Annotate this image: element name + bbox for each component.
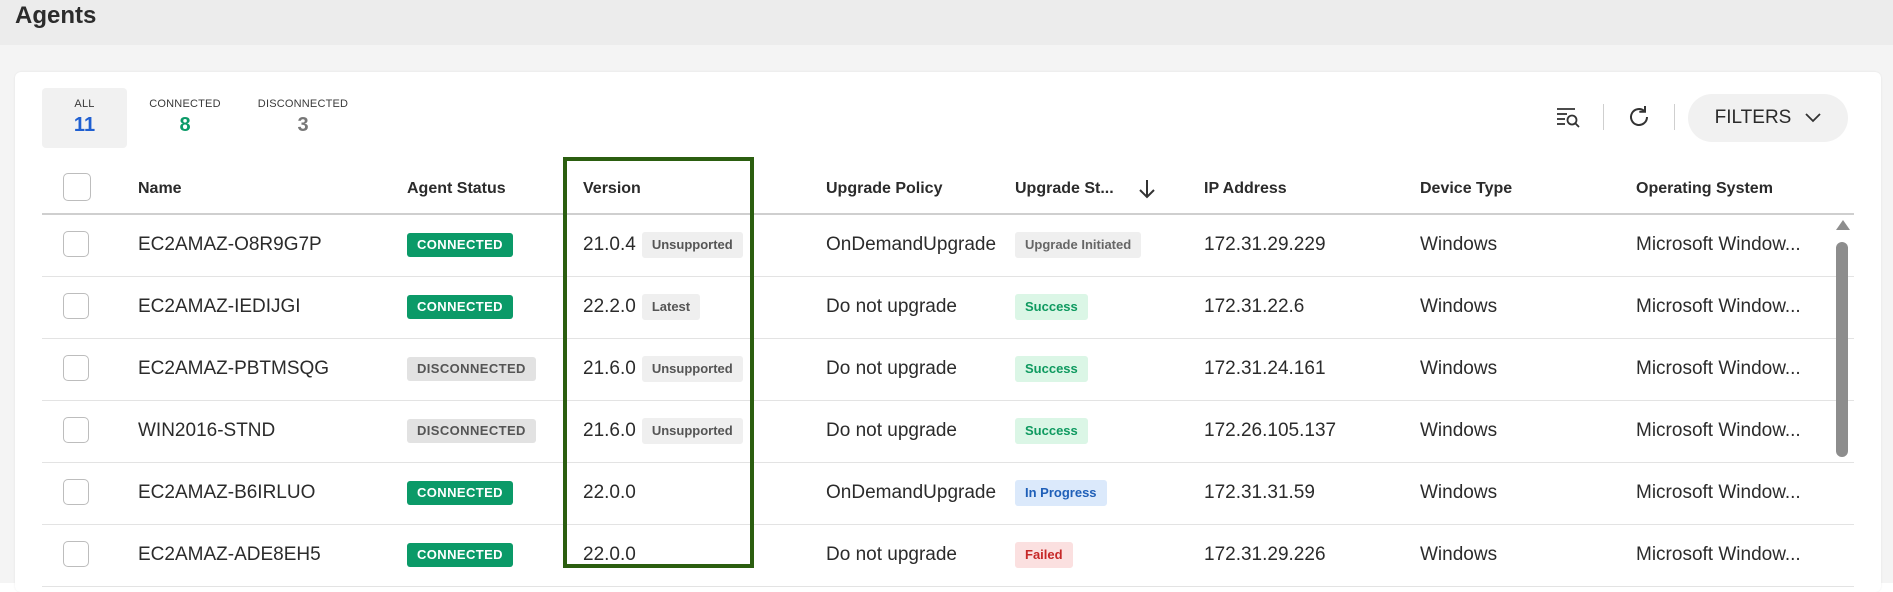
operating-system: Microsoft Window...	[1636, 358, 1801, 379]
top-bar: Agents	[0, 0, 1893, 45]
version-column-highlight	[563, 157, 754, 568]
device-type: Windows	[1420, 544, 1498, 565]
agent-status-cell: CONNECTED	[407, 524, 513, 586]
agent-name[interactable]: EC2AMAZ-IEDIJGI	[138, 276, 301, 338]
table-row[interactable]: EC2AMAZ-ADE8EH5 CONNECTED 22.0.0 Do not upg…	[42, 524, 1854, 587]
device-type: Windows	[1420, 358, 1498, 379]
row-checkbox[interactable]	[63, 417, 89, 443]
agent-status-badge: CONNECTED	[407, 232, 513, 257]
ip-address: 172.31.22.6	[1204, 296, 1305, 317]
ip-address: 172.31.29.226	[1204, 544, 1326, 565]
scrollbar-thumb[interactable]	[1836, 242, 1848, 457]
agent-status-cell: CONNECTED	[407, 214, 513, 276]
column-header-upgrade-status[interactable]: Upgrade St...	[1015, 165, 1114, 213]
column-header-device-type[interactable]: Device Type	[1420, 165, 1512, 213]
column-header-upgrade-policy[interactable]: Upgrade Policy	[826, 165, 942, 213]
refresh-icon[interactable]	[1624, 102, 1654, 132]
list-search-icon[interactable]	[1553, 102, 1583, 132]
ip-address: 172.31.31.59	[1204, 482, 1315, 503]
summary-disconnected-count: 3	[297, 114, 309, 136]
agent-name[interactable]: WIN2016-STND	[138, 400, 275, 462]
toolbar-divider	[1674, 104, 1675, 130]
summary-tab-disconnected[interactable]: DISCONNECTED 3	[248, 98, 358, 137]
upgrade-status-cell: Failed	[1015, 524, 1073, 586]
page-title: Agents	[15, 2, 97, 29]
upgrade-status-badge: Success	[1015, 293, 1088, 320]
device-type: Windows	[1420, 234, 1498, 255]
row-checkbox[interactable]	[63, 231, 89, 257]
device-type: Windows	[1420, 296, 1498, 317]
summary-all-count: 11	[73, 114, 96, 136]
upgrade-status-badge: Failed	[1015, 541, 1073, 568]
column-header-ip-address[interactable]: IP Address	[1204, 165, 1287, 213]
agent-status-cell: CONNECTED	[407, 462, 513, 524]
agent-name[interactable]: EC2AMAZ-ADE8EH5	[138, 524, 321, 586]
table-header: Name Agent Status Version Upgrade Policy…	[42, 165, 1854, 215]
upgrade-policy: Do not upgrade	[826, 544, 957, 565]
summary-tab-connected[interactable]: CONNECTED 8	[140, 98, 230, 137]
summary-tab-all[interactable]: ALL 11	[42, 88, 127, 148]
upgrade-status-badge: In Progress	[1015, 479, 1107, 506]
column-header-operating-system[interactable]: Operating System	[1636, 165, 1773, 213]
table-row[interactable]: EC2AMAZ-O8R9G7P CONNECTED 21.0.4 Unsupporte…	[42, 214, 1854, 277]
agent-status-badge: CONNECTED	[407, 480, 513, 505]
upgrade-status-badge: Success	[1015, 417, 1088, 444]
toolbar-divider	[1603, 104, 1604, 130]
agent-status-badge: DISCONNECTED	[407, 356, 536, 381]
agent-status-cell: DISCONNECTED	[407, 338, 536, 400]
ip-address: 172.26.105.137	[1204, 420, 1337, 441]
agent-status-badge: DISCONNECTED	[407, 418, 536, 443]
summary-disconnected-label: DISCONNECTED	[257, 98, 349, 110]
agent-name[interactable]: EC2AMAZ-B6IRLUO	[138, 462, 315, 524]
upgrade-policy: OnDemandUpgrade	[826, 482, 997, 503]
ip-address: 172.31.24.161	[1204, 358, 1326, 379]
upgrade-status-badge: Success	[1015, 355, 1088, 382]
filters-label: FILTERS	[1714, 107, 1792, 128]
agent-status-badge: CONNECTED	[407, 542, 513, 567]
upgrade-policy: OnDemandUpgrade	[826, 234, 997, 255]
table-row[interactable]: WIN2016-STND DISCONNECTED 21.6.0 Unsupporte…	[42, 400, 1854, 463]
row-checkbox[interactable]	[63, 355, 89, 381]
agent-name[interactable]: EC2AMAZ-O8R9G7P	[138, 214, 322, 276]
agent-name[interactable]: EC2AMAZ-PBTMSQG	[138, 338, 329, 400]
device-type: Windows	[1420, 482, 1498, 503]
upgrade-status-cell: Success	[1015, 276, 1088, 338]
upgrade-policy: Do not upgrade	[826, 296, 957, 317]
table-row[interactable]: EC2AMAZ-PBTMSQG DISCONNECTED 21.6.0 Unsuppo…	[42, 338, 1854, 401]
table-row[interactable]: EC2AMAZ-B6IRLUO CONNECTED 22.0.0 OnDemandUp…	[42, 462, 1854, 525]
operating-system: Microsoft Window...	[1636, 420, 1801, 441]
upgrade-status-cell: In Progress	[1015, 462, 1107, 524]
operating-system: Microsoft Window...	[1636, 544, 1801, 565]
upgrade-status-cell: Upgrade Initiated	[1015, 214, 1142, 276]
table-row[interactable]: EC2AMAZ-IEDIJGI CONNECTED 22.2.0 Latest Do n…	[42, 276, 1854, 339]
sort-down-arrow-icon[interactable]	[1137, 165, 1157, 213]
summary-all-label: ALL	[74, 98, 95, 110]
row-checkbox[interactable]	[63, 293, 89, 319]
device-type: Windows	[1420, 420, 1498, 441]
upgrade-status-badge: Upgrade Initiated	[1015, 231, 1142, 258]
row-checkbox[interactable]	[63, 541, 89, 567]
operating-system: Microsoft Window...	[1636, 296, 1801, 317]
upgrade-status-cell: Success	[1015, 338, 1088, 400]
agent-status-badge: CONNECTED	[407, 294, 513, 319]
row-checkbox[interactable]	[63, 479, 89, 505]
operating-system: Microsoft Window...	[1636, 234, 1801, 255]
summary-connected-label: CONNECTED	[149, 98, 221, 110]
ip-address: 172.31.29.229	[1204, 234, 1326, 255]
column-header-name[interactable]: Name	[138, 165, 182, 213]
summary-connected-count: 8	[179, 114, 191, 136]
operating-system: Microsoft Window...	[1636, 482, 1801, 503]
select-all-checkbox[interactable]	[63, 173, 91, 201]
agent-status-cell: DISCONNECTED	[407, 400, 536, 462]
scroll-up-arrow-icon[interactable]	[1836, 220, 1850, 230]
filters-button[interactable]: FILTERS	[1688, 94, 1848, 142]
agent-status-cell: CONNECTED	[407, 276, 513, 338]
upgrade-status-cell: Success	[1015, 400, 1088, 462]
upgrade-policy: Do not upgrade	[826, 420, 957, 441]
column-header-agent-status[interactable]: Agent Status	[407, 165, 506, 213]
chevron-down-icon	[1805, 107, 1821, 129]
upgrade-policy: Do not upgrade	[826, 358, 957, 379]
